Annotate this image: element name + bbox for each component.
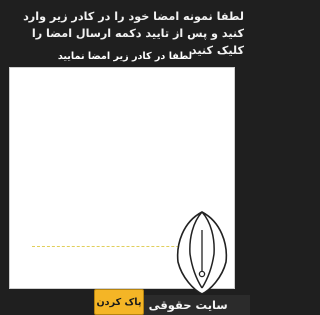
bottom-bar: سایت حقوقی دینا پاک کردن — [0, 289, 250, 315]
signature-hint: لطفا در کادر زیر امضا نمایید — [57, 51, 193, 62]
pen-nib-icon — [176, 211, 228, 295]
clear-button[interactable]: پاک کردن — [94, 289, 144, 315]
signature-pad[interactable] — [9, 67, 235, 295]
